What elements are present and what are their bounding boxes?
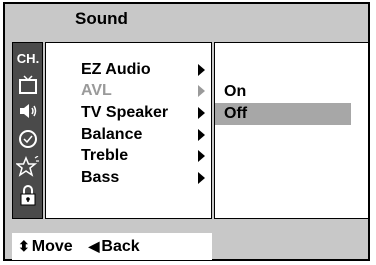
page-title: Sound: [75, 9, 128, 28]
menu-item-tv-speaker[interactable]: TV Speaker: [81, 104, 168, 122]
tv-picture-icon[interactable]: [16, 73, 40, 97]
menu-item-ez-audio[interactable]: EZ Audio: [81, 61, 151, 79]
up-down-arrow-icon: ⬍: [18, 238, 30, 254]
back-arrow-icon: ◀: [88, 238, 100, 254]
chevron-right-icon: [198, 150, 205, 162]
move-hint: ⬍ Move: [18, 238, 73, 256]
chevron-right-icon: [198, 107, 205, 119]
chevron-right-icon: [198, 172, 205, 184]
chevron-right-icon: [198, 85, 205, 97]
chevron-right-icon: [198, 64, 205, 76]
back-label: Back: [101, 237, 140, 255]
star-special-icon[interactable]: [16, 155, 40, 179]
osd-window: Sound CH. EZ Audio AVL TV Speaker Balanc…: [3, 2, 370, 261]
speaker-sound-icon[interactable]: [16, 99, 40, 123]
lock-icon[interactable]: [16, 183, 40, 207]
move-label: Move: [31, 237, 73, 255]
menu-item-bass[interactable]: Bass: [81, 169, 119, 187]
menu-item-treble[interactable]: Treble: [81, 147, 128, 165]
option-off[interactable]: Off: [215, 103, 351, 125]
option-on[interactable]: On: [215, 81, 351, 103]
category-sidebar: CH.: [12, 42, 43, 219]
title-bar: Sound: [5, 4, 368, 34]
menu-item-avl[interactable]: AVL: [81, 82, 112, 100]
back-hint: ◀ Back: [89, 238, 140, 256]
avl-submenu: On Off: [214, 42, 369, 219]
chevron-right-icon: [198, 129, 205, 141]
channel-icon-label: CH.: [16, 50, 40, 66]
menu-panel: EZ Audio AVL TV Speaker Balance Treble B…: [45, 42, 212, 219]
channel-icon[interactable]: CH.: [16, 46, 40, 70]
footer-hints: ⬍ Move ◀ Back: [12, 233, 212, 260]
menu-item-balance[interactable]: Balance: [81, 126, 142, 144]
clock-time-icon[interactable]: [16, 127, 40, 151]
